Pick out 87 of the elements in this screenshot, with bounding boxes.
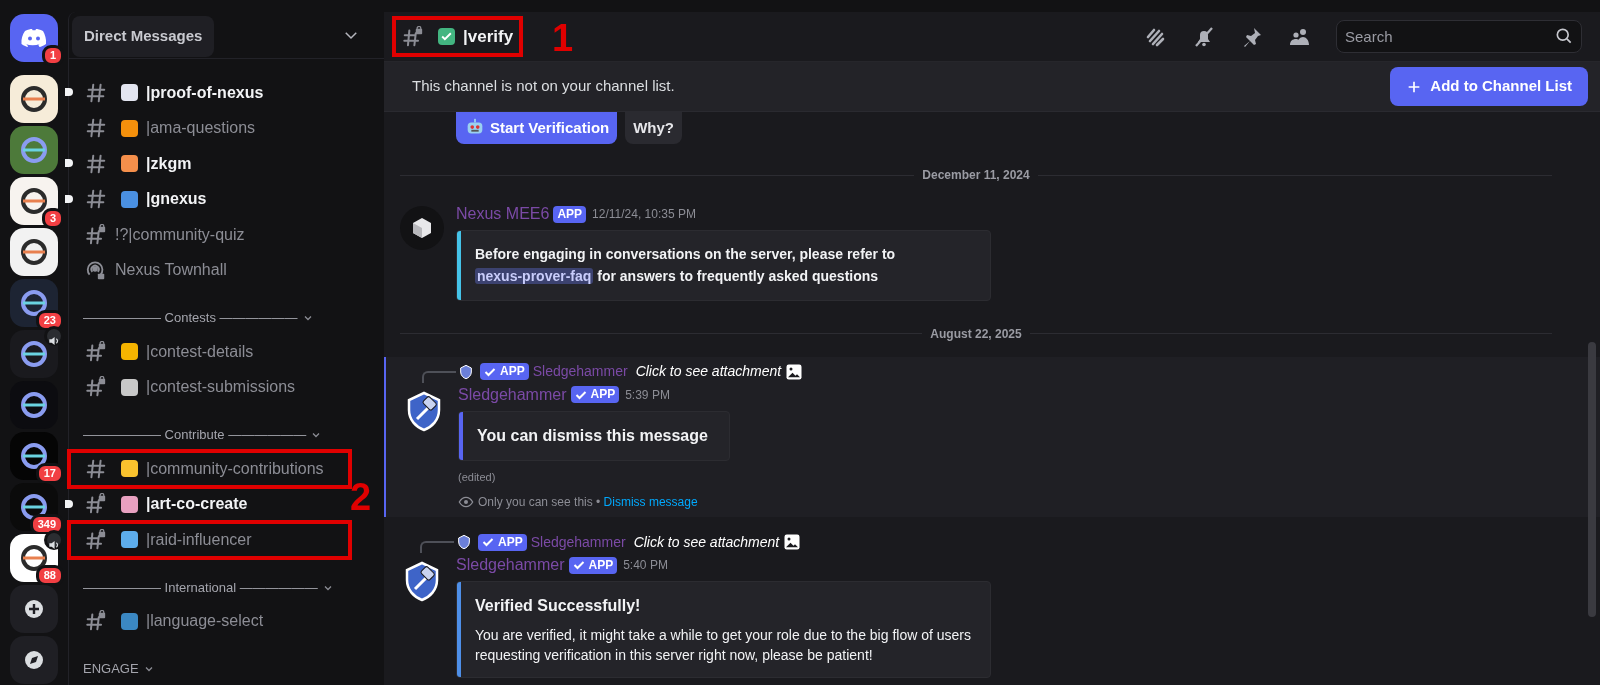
broadcast-icon [85, 259, 107, 282]
locked-hash-icon [85, 493, 107, 516]
reply-author: Sledgehammer [532, 362, 628, 382]
channel-item[interactable]: |ama-questions [69, 110, 350, 146]
author-name: Nexus MEE6 [456, 204, 550, 224]
discover-button[interactable] [10, 636, 58, 684]
notification-badge: 88 [35, 565, 64, 586]
channel-item[interactable]: |zkgm [69, 146, 350, 182]
date-divider: August 22, 2025 [929, 325, 1023, 343]
hash-icon [85, 457, 107, 480]
channel-title: |verify [394, 17, 522, 56]
locked-hash-icon [402, 25, 424, 48]
search-field[interactable]: Search [1336, 20, 1582, 53]
author-name: Sledgehammer [458, 384, 567, 405]
hash-icon [85, 152, 107, 175]
locked-hash-icon [85, 340, 107, 363]
notification-badge: 17 [35, 463, 64, 484]
checkmark-icon [482, 536, 494, 549]
reply-connector [422, 370, 456, 383]
notification-badge: 3 [41, 208, 64, 229]
channel-item[interactable]: |language-select [69, 603, 350, 639]
locked-hash-icon [85, 376, 107, 399]
timestamp: 5:40 PM [623, 557, 668, 575]
unread-indicator [65, 159, 73, 167]
image-icon [785, 362, 804, 381]
why-button[interactable]: Why? [625, 112, 683, 144]
embed-title: Verified Successfully! [475, 596, 642, 617]
server-button[interactable] [10, 228, 58, 276]
category-label: —————— Contests —————— [83, 309, 298, 328]
edited-label: (edited) [458, 469, 497, 485]
channel-mention[interactable]: nexus-prover-faq [475, 268, 594, 285]
search-icon [1554, 26, 1574, 46]
hash-icon [85, 117, 107, 140]
app-tag: APP [480, 363, 529, 381]
embed-description: You are verified, it might take a while to get your role due to the big flow of users requesting verification in this server right now, please be patient! [475, 626, 972, 665]
timestamp: 12/11/24, 10:35 PM [592, 206, 696, 223]
unread-indicator [65, 88, 73, 96]
hash-icon [85, 81, 107, 104]
app-tag: APP [478, 533, 527, 551]
tooltip: Direct Messages [72, 16, 215, 57]
ephemeral-note: Only you can see this • Dismiss message [478, 494, 698, 512]
server-button[interactable] [10, 126, 58, 174]
channel-item[interactable]: |raid-influencer [69, 522, 350, 558]
category-label: ENGAGE [83, 660, 139, 679]
channel-item[interactable]: |community-contributions [69, 451, 350, 487]
channel-item[interactable]: !?|community-quiz [69, 217, 350, 253]
start-verification-button[interactable]: Start Verification [456, 112, 618, 144]
author-name: Sledgehammer [456, 555, 565, 576]
add-to-channel-list-button[interactable]: Add to Channel List [1390, 67, 1588, 106]
channel-item[interactable]: Nexus Townhall [69, 252, 350, 288]
channel-item[interactable]: |art-co-create [69, 486, 350, 522]
dismiss-link[interactable]: Dismiss message [603, 495, 698, 510]
locked-hash-icon [85, 223, 107, 246]
reply-author: Sledgehammer [530, 532, 626, 552]
category-label: —————— International —————— [83, 578, 318, 597]
image-icon [783, 533, 802, 552]
category-label: —————— Contribute —————— [83, 426, 307, 445]
annotation-number: 1 [552, 19, 574, 57]
app-tag: APP [570, 386, 620, 404]
annotation-number: 2 [350, 478, 372, 516]
notification-badge: 1 [41, 45, 64, 66]
add-server-button[interactable] [10, 585, 58, 633]
timestamp: 5:39 PM [625, 386, 670, 404]
reply-text: Click to see attachment [635, 362, 782, 382]
date-divider: December 11, 2024 [921, 167, 1031, 184]
notice-text: This channel is not on your channel list. [412, 76, 675, 97]
unread-indicator [65, 499, 73, 508]
channel-item[interactable]: |proof-of-nexus [69, 75, 350, 111]
locked-hash-icon [85, 528, 107, 551]
unread-indicator [65, 194, 73, 203]
hash-icon [85, 188, 107, 211]
reply-connector [420, 541, 454, 554]
reply-text: Click to see attachment [633, 532, 780, 552]
embed-title: You can dismiss this message [477, 425, 708, 446]
embed-text: Before engaging in conversations on the server, please refer to nexus-prover-faq for answers to frequently asked questions [475, 245, 897, 287]
checkmark-icon [572, 559, 585, 572]
shield-icon [456, 534, 472, 551]
channel-item[interactable]: |contest-submissions [69, 369, 350, 405]
app-tag: APP [553, 205, 587, 223]
app-tag: APP [568, 556, 618, 574]
channel-item[interactable]: |contest-details [69, 334, 350, 370]
shield-icon [458, 363, 474, 380]
channel-item[interactable]: |gnexus [69, 181, 350, 217]
avatar [400, 206, 444, 250]
server-button[interactable] [10, 75, 58, 123]
server-button[interactable] [10, 381, 58, 429]
locked-hash-icon [85, 610, 107, 633]
